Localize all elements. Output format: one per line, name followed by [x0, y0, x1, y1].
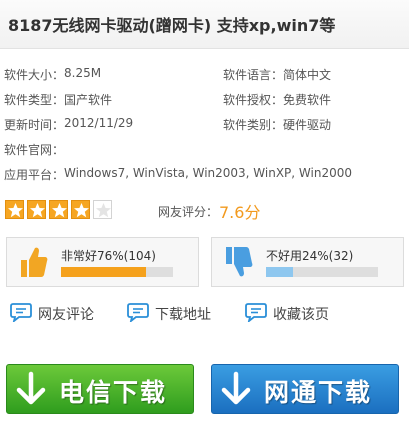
type-label: 软件类型： [4, 93, 65, 107]
vote-good-fill [61, 267, 147, 277]
vote-good-track [61, 267, 173, 277]
speech-bubble-icon [127, 303, 149, 322]
star-empty-icon [93, 200, 112, 219]
platform-value: Windows7, WinVista, Win2003, WinXP, Win2… [64, 166, 353, 180]
updated-label: 更新时间： [4, 118, 65, 132]
star-filled-icon [27, 200, 46, 219]
comment-label: 网友评论 [38, 307, 94, 323]
rating-score: 7.6分 [219, 203, 261, 222]
size-label: 软件大小： [4, 68, 65, 82]
license-value: 免费软件 [283, 93, 332, 107]
netcom-download-label: 网通下载 [264, 378, 373, 407]
download-arrow-icon [16, 371, 46, 405]
rating-label: 网友评分： [158, 205, 219, 219]
netcom-download-button[interactable]: 网通下载 [211, 364, 399, 414]
speech-bubble-icon [245, 303, 267, 322]
updated-value: 2012/11/29 [64, 116, 134, 130]
vote-bad-track [266, 267, 378, 277]
license-label: 软件授权： [223, 93, 284, 107]
platform-label: 应用平台： [4, 168, 65, 182]
star-filled-icon [5, 200, 24, 219]
type-value: 国产软件 [64, 93, 113, 107]
download-address-label: 下载地址 [155, 307, 211, 323]
thumbs-up-icon [21, 247, 48, 277]
size-value: 8.25M [64, 66, 102, 80]
speech-bubble-icon [10, 303, 32, 322]
vote-good-text: 非常好76%(104) [61, 249, 156, 263]
language-value: 简体中文 [283, 68, 332, 82]
vote-bad-box[interactable]: 不好用24%(32) [211, 237, 404, 287]
category-value: 硬件驱动 [283, 118, 332, 132]
star-filled-icon [49, 200, 68, 219]
software-title-bar: 8187无线网卡驱动(蹭网卡) 支持xp,win7等 [0, 0, 409, 49]
website-label: 软件官网： [4, 143, 65, 157]
telecom-download-button[interactable]: 电信下载 [6, 364, 194, 414]
software-title: 8187无线网卡驱动(蹭网卡) 支持xp,win7等 [8, 16, 336, 35]
category-label: 软件类别： [223, 118, 284, 132]
vote-bad-fill [266, 267, 293, 277]
telecom-download-label: 电信下载 [59, 378, 168, 407]
thumbs-down-icon [226, 247, 253, 277]
download-arrow-icon [221, 371, 251, 405]
vote-good-box[interactable]: 非常好76%(104) [6, 237, 199, 287]
star-filled-icon [71, 200, 90, 219]
favorite-label: 收藏该页 [273, 307, 329, 323]
language-label: 软件语言： [223, 68, 284, 82]
vote-bad-text: 不好用24%(32) [266, 249, 354, 263]
